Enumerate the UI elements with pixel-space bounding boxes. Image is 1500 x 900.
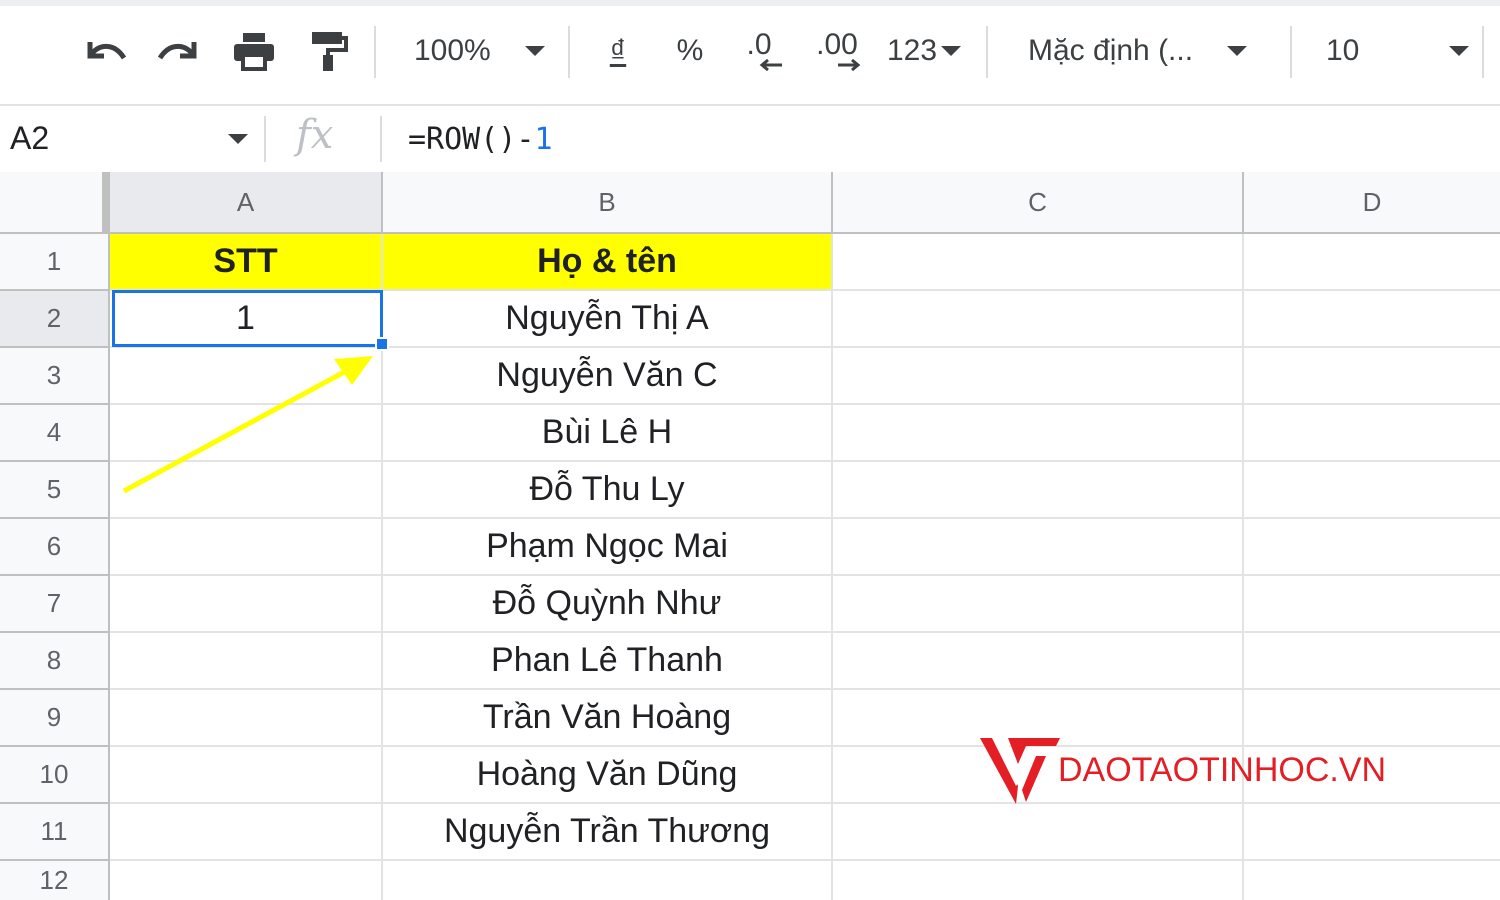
arrow-head-icon: [334, 356, 373, 385]
brand-logo-icon: [980, 738, 1060, 804]
arrow-shaft: [122, 367, 350, 494]
brand-watermark: DAOTAOTINHOC.VN: [978, 734, 1386, 806]
brand-logo-text: DAOTAOTINHOC.VN: [1058, 750, 1387, 789]
